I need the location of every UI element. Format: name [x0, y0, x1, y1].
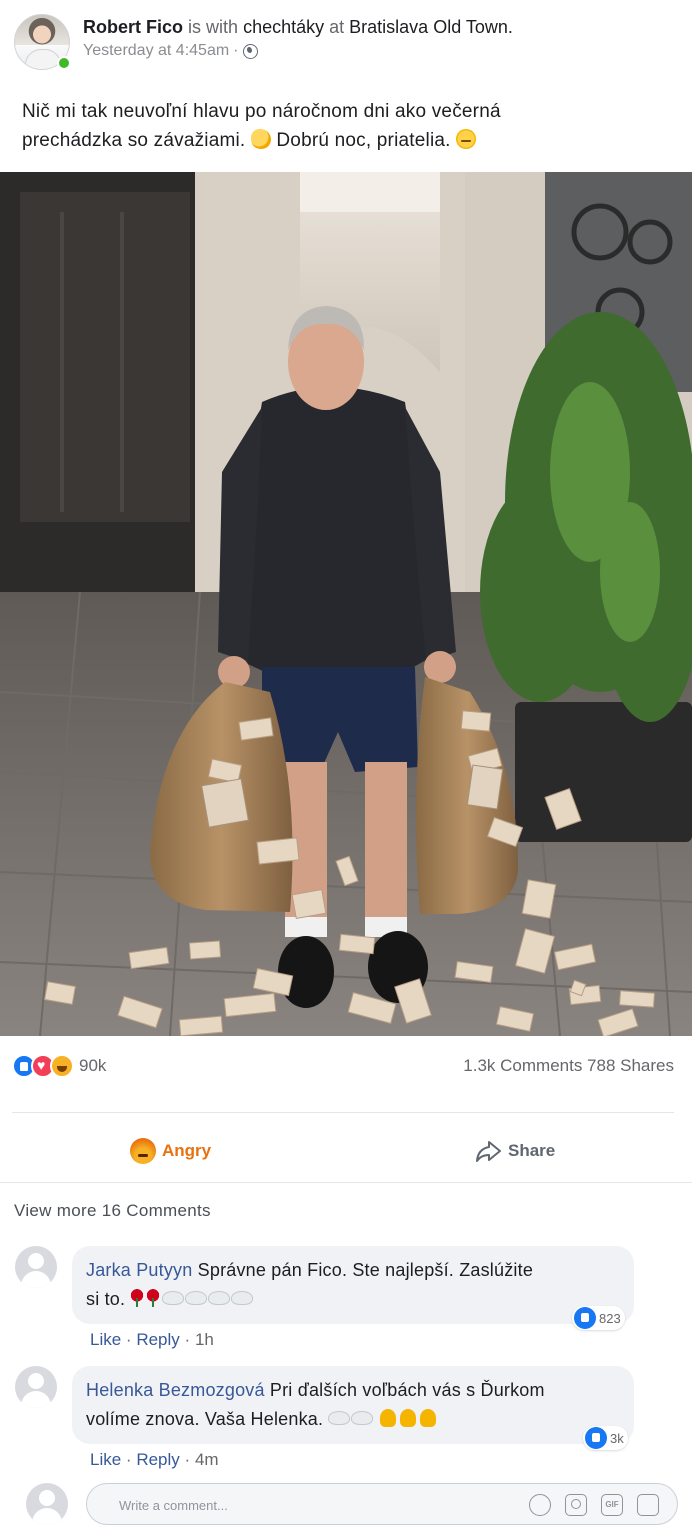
reactions-summary[interactable]: 90k	[12, 1054, 106, 1078]
post-timestamp-link[interactable]: Yesterday at 4:45am	[83, 42, 229, 60]
divider	[0, 1182, 692, 1183]
haha-reaction-icon	[50, 1054, 74, 1078]
action-separator: ·	[125, 1450, 132, 1469]
photo-illustration	[0, 172, 692, 1036]
comment-reply-link[interactable]: Reply	[136, 1450, 179, 1469]
commenter-avatar[interactable]	[15, 1246, 57, 1288]
sticker-icon[interactable]	[637, 1494, 659, 1516]
like-thumb-icon	[574, 1307, 596, 1329]
comment-like-link[interactable]: Like	[90, 1450, 121, 1469]
post-text-line-2b: Dobrú noc, priatelia.	[276, 130, 451, 151]
share-arrow-icon	[476, 1141, 501, 1162]
folded-hands-emoji-icon	[399, 1409, 416, 1427]
share-button[interactable]: Share	[474, 1138, 555, 1164]
share-label: Share	[508, 1141, 556, 1160]
folded-hands-emoji-icon	[379, 1409, 396, 1427]
post-meta: Yesterday at 4:45am ·	[83, 42, 258, 60]
comment-like-count: 823	[599, 1310, 621, 1326]
avatar-head	[28, 1373, 44, 1389]
composer-icons: GIF	[529, 1494, 659, 1516]
with-text: is with	[188, 17, 239, 37]
view-more-comments-link[interactable]: View more 16 Comments	[14, 1201, 211, 1221]
flexed-biceps-emoji-icon	[250, 129, 271, 149]
rose-emoji-icon	[146, 1289, 161, 1307]
post-text: Nič mi tak neuvoľní hlavu po náročnom dn…	[22, 97, 672, 155]
at-text: at	[329, 17, 345, 37]
comment-actions: Like · Reply · 1h	[90, 1330, 214, 1350]
comment-like-badge[interactable]: 823	[572, 1306, 625, 1330]
dove-emoji-icon	[162, 1291, 185, 1305]
comment-like-count: 3k	[610, 1430, 624, 1446]
gif-icon[interactable]: GIF	[601, 1494, 623, 1516]
commenter-name-link[interactable]: Jarka Putyyn	[86, 1260, 192, 1280]
comment-text-continued: volíme znova. Vaša Helenka.	[86, 1409, 324, 1429]
globe-icon[interactable]	[242, 43, 258, 59]
action-separator: ·	[125, 1330, 132, 1349]
author-name-link[interactable]: Robert Fico	[83, 17, 183, 37]
dove-emoji-icon	[328, 1411, 351, 1425]
reaction-count: 90k	[79, 1056, 107, 1075]
dove-emoji-icon	[185, 1291, 208, 1305]
location-link[interactable]: Bratislava Old Town.	[349, 17, 513, 37]
comment-like-link[interactable]: Like	[90, 1330, 121, 1349]
divider	[12, 1112, 674, 1113]
comment-input[interactable]	[119, 1494, 499, 1516]
emoji-picker-icon[interactable]	[529, 1494, 551, 1516]
avatar-head	[28, 1253, 44, 1269]
like-thumb-icon	[585, 1427, 607, 1449]
camera-icon[interactable]	[565, 1494, 587, 1516]
post-author-line: Robert Fico is with chechtáky at Bratisl…	[83, 17, 513, 38]
dove-emoji-icon	[231, 1291, 254, 1305]
comment-bubble: Helenka Bezmozgová Pri ďalších voľbách v…	[72, 1366, 634, 1444]
avatar-body	[32, 1508, 62, 1525]
dove-emoji-icon	[208, 1291, 231, 1305]
post-photo[interactable]	[0, 172, 692, 1036]
dove-emoji-icon	[351, 1411, 374, 1425]
post-text-line-1: Nič mi tak neuvoľní hlavu po náročnom dn…	[22, 101, 501, 122]
avatar-figure	[25, 49, 61, 69]
avatar-body	[21, 1271, 51, 1288]
action-separator: ·	[184, 1450, 191, 1469]
comment-time[interactable]: 1h	[195, 1330, 214, 1349]
neutral-face-emoji-icon	[456, 129, 477, 149]
folded-hands-emoji-icon	[419, 1409, 436, 1427]
commenter-avatar[interactable]	[15, 1366, 57, 1408]
comment-reply-link[interactable]: Reply	[136, 1330, 179, 1349]
commenter-name-link[interactable]: Helenka Bezmozgová	[86, 1380, 265, 1400]
comment-time[interactable]: 4m	[195, 1450, 219, 1469]
angry-face-icon	[130, 1138, 156, 1164]
comment-text: Pri ďalších voľbách vás s Ďurkom	[269, 1380, 545, 1400]
comment-text-continued: si to.	[86, 1289, 126, 1309]
action-separator: ·	[184, 1330, 191, 1349]
tagged-link[interactable]: chechtáky	[243, 17, 324, 37]
online-status-dot	[57, 56, 71, 70]
comment-bubble: Jarka Putyyn Správne pán Fico. Ste najle…	[72, 1246, 634, 1324]
comment-like-badge[interactable]: 3k	[583, 1426, 628, 1450]
avatar-head	[39, 1490, 55, 1506]
meta-separator: ·	[233, 42, 239, 59]
angry-label: Angry	[162, 1141, 212, 1160]
post-header: Robert Fico is with chechtáky at Bratisl…	[0, 0, 692, 82]
post-text-line-2a: prechádzka so závažiami.	[22, 130, 246, 151]
avatar-body	[21, 1391, 51, 1408]
angry-reaction-button[interactable]: Angry	[130, 1138, 211, 1164]
rose-emoji-icon	[130, 1289, 145, 1307]
comment-composer[interactable]: GIF	[86, 1483, 678, 1525]
comments-shares-count[interactable]: 1.3k Comments 788 Shares	[463, 1056, 674, 1076]
comment-text: Správne pán Fico. Ste najlepší. Zaslúžit…	[197, 1260, 534, 1280]
comment-actions: Like · Reply · 4m	[90, 1450, 219, 1470]
current-user-avatar[interactable]	[26, 1483, 68, 1525]
